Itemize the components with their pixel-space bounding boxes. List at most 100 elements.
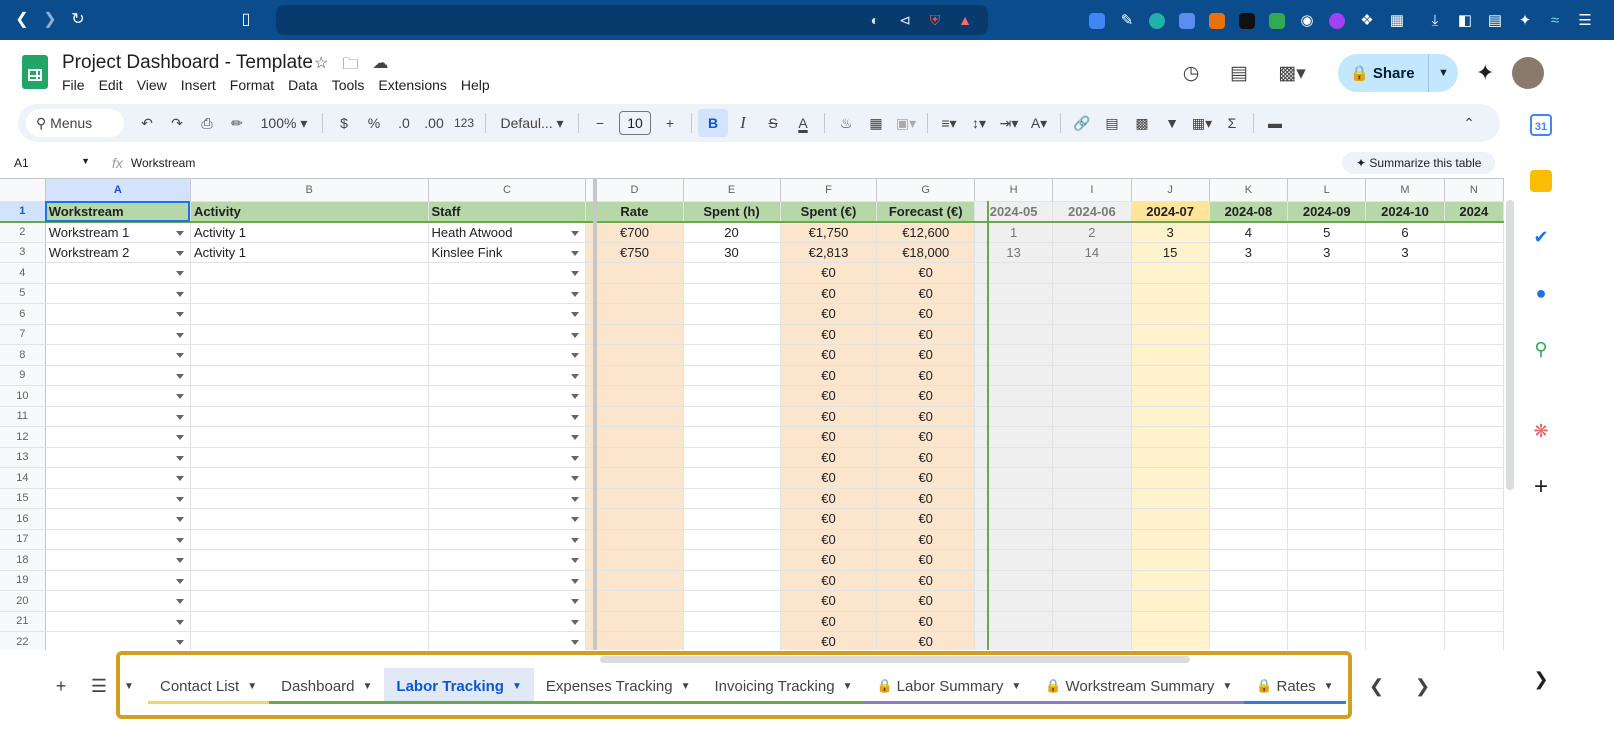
column-header-j[interactable]: J — [1131, 179, 1210, 202]
cell-g12[interactable]: €0 — [876, 426, 975, 448]
cell-a4[interactable] — [45, 262, 191, 284]
cell-f22[interactable]: €0 — [780, 631, 878, 650]
cell-k16[interactable] — [1209, 508, 1289, 530]
cell-l2[interactable]: 5 — [1287, 221, 1367, 243]
cell-m11[interactable] — [1365, 406, 1445, 427]
column-header-e[interactable]: E — [683, 179, 781, 202]
cell-g1[interactable]: Forecast (€) — [876, 201, 975, 223]
cell-m13[interactable] — [1365, 447, 1445, 468]
cell-f5[interactable]: €0 — [780, 283, 878, 304]
cell-c11[interactable] — [428, 406, 587, 427]
cell-l5[interactable] — [1287, 283, 1367, 304]
menu-data[interactable]: Data — [288, 77, 318, 93]
scroll-tabs-right-icon[interactable]: ❯ — [1408, 676, 1438, 697]
menu-format[interactable]: Format — [230, 77, 274, 93]
cell-d8[interactable] — [585, 344, 684, 366]
extension-icon[interactable] — [1172, 11, 1202, 29]
menu-extensions[interactable]: Extensions — [378, 77, 446, 93]
extension-icon[interactable] — [1322, 11, 1352, 29]
cell-m15[interactable] — [1365, 488, 1445, 509]
cell-l6[interactable] — [1287, 303, 1367, 325]
cell-a7[interactable] — [45, 324, 191, 345]
column-header-n[interactable]: N — [1444, 179, 1504, 202]
row-number[interactable]: 12 — [0, 426, 46, 448]
row-number[interactable]: 2 — [0, 221, 46, 243]
text-wrap-icon[interactable]: ⇥▾ — [994, 109, 1024, 137]
cell-b14[interactable] — [190, 467, 429, 489]
freeze-column-divider[interactable] — [593, 179, 597, 650]
row-number[interactable]: 1 — [0, 201, 46, 223]
cell-c3[interactable]: Kinslee Fink — [428, 242, 587, 263]
cell-f10[interactable]: €0 — [780, 385, 878, 407]
cell-n9[interactable] — [1444, 365, 1504, 386]
cell-k10[interactable] — [1209, 385, 1289, 407]
cell-j22[interactable] — [1131, 631, 1210, 650]
font-select[interactable]: Defaul... ▾ — [492, 109, 572, 137]
italic-button[interactable]: I — [728, 109, 758, 137]
cell-b2[interactable]: Activity 1 — [190, 221, 429, 243]
cell-b10[interactable] — [190, 385, 429, 407]
row-number[interactable]: 9 — [0, 365, 46, 386]
increase-font-icon[interactable]: + — [655, 109, 685, 137]
cell-m2[interactable]: 6 — [1365, 221, 1445, 243]
cell-k8[interactable] — [1209, 344, 1289, 366]
cell-e5[interactable] — [683, 283, 781, 304]
cell-b20[interactable] — [190, 590, 429, 612]
cell-b22[interactable] — [190, 631, 429, 650]
meet-icon[interactable]: ▩▾ — [1270, 56, 1314, 90]
cell-b5[interactable] — [190, 283, 429, 304]
cell-g4[interactable]: €0 — [876, 262, 975, 284]
cell-e13[interactable] — [683, 447, 781, 468]
cell-a18[interactable] — [45, 549, 191, 571]
cell-i6[interactable] — [1052, 303, 1132, 325]
cell-n20[interactable] — [1444, 590, 1504, 612]
cell-f6[interactable]: €0 — [780, 303, 878, 325]
cell-e19[interactable] — [683, 570, 781, 591]
cell-a21[interactable] — [45, 611, 191, 632]
star-icon[interactable]: ☆ — [314, 53, 328, 80]
cell-i9[interactable] — [1052, 365, 1132, 386]
align-left-icon[interactable]: ≡▾ — [934, 109, 964, 137]
cell-l11[interactable] — [1287, 406, 1367, 427]
cell-f3[interactable]: €2,813 — [780, 242, 878, 263]
cell-d18[interactable] — [585, 549, 684, 571]
cell-m18[interactable] — [1365, 549, 1445, 571]
cell-f1[interactable]: Spent (€) — [780, 201, 878, 223]
cell-i1[interactable]: 2024-06 — [1052, 201, 1132, 223]
cell-c10[interactable] — [428, 385, 587, 407]
cell-e17[interactable] — [683, 529, 781, 550]
cell-i20[interactable] — [1052, 590, 1132, 612]
cell-b8[interactable] — [190, 344, 429, 366]
cell-k19[interactable] — [1209, 570, 1289, 591]
cell-l4[interactable] — [1287, 262, 1367, 284]
cell-l20[interactable] — [1287, 590, 1367, 612]
cell-d6[interactable] — [585, 303, 684, 325]
row-number[interactable]: 19 — [0, 570, 46, 591]
cell-g20[interactable]: €0 — [876, 590, 975, 612]
cell-i2[interactable]: 2 — [1052, 221, 1132, 243]
cell-m3[interactable]: 3 — [1365, 242, 1445, 263]
row-number[interactable]: 16 — [0, 508, 46, 530]
link-icon[interactable]: 🔗 — [1067, 109, 1097, 137]
currency-button[interactable]: $ — [329, 109, 359, 137]
cell-j9[interactable] — [1131, 365, 1210, 386]
cell-i13[interactable] — [1052, 447, 1132, 468]
vertical-scrollbar[interactable] — [1504, 178, 1516, 650]
cell-f4[interactable]: €0 — [780, 262, 878, 284]
cell-g11[interactable]: €0 — [876, 406, 975, 427]
cell-b3[interactable]: Activity 1 — [190, 242, 429, 263]
column-header-g[interactable]: G — [876, 179, 975, 202]
cell-e6[interactable] — [683, 303, 781, 325]
row-number[interactable]: 21 — [0, 611, 46, 632]
puzzle-icon[interactable]: ❖ — [1352, 11, 1382, 29]
sheets-logo-icon[interactable] — [22, 55, 48, 89]
cell-j6[interactable] — [1131, 303, 1210, 325]
cell-d7[interactable] — [585, 324, 684, 345]
cell-f13[interactable]: €0 — [780, 447, 878, 468]
cell-e21[interactable] — [683, 611, 781, 632]
cell-c21[interactable] — [428, 611, 587, 632]
cell-g10[interactable]: €0 — [876, 385, 975, 407]
cell-g3[interactable]: €18,000 — [876, 242, 975, 263]
cell-d13[interactable] — [585, 447, 684, 468]
share-button[interactable]: 🔒 Share ▼ — [1338, 54, 1458, 92]
